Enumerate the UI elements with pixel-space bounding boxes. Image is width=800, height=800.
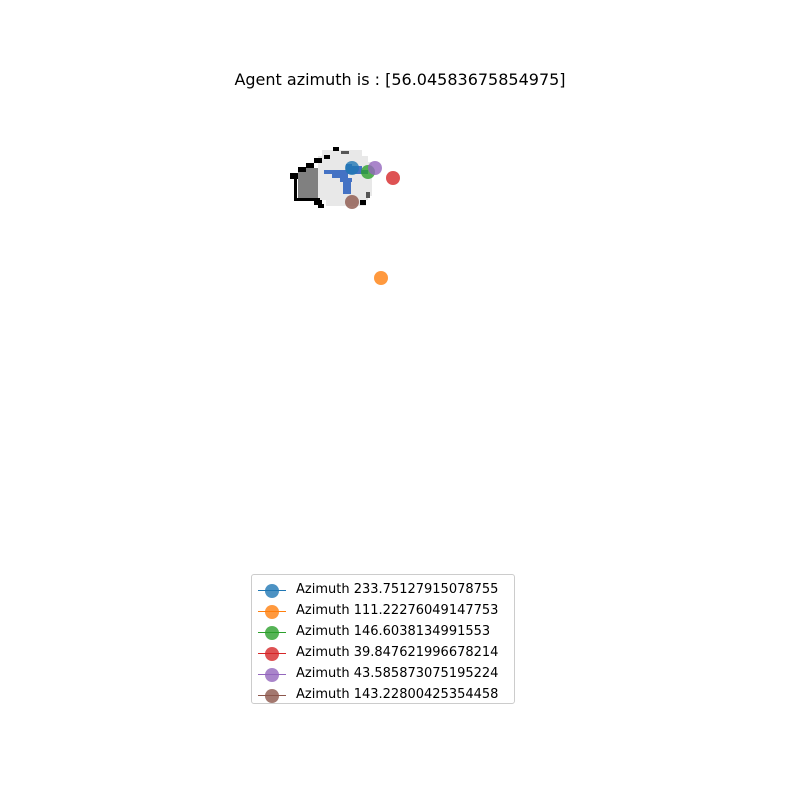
map-wall (318, 204, 324, 208)
map-wall (294, 178, 297, 200)
azimuth-point-1 (345, 161, 359, 175)
map-wall (333, 147, 339, 151)
legend-entry: Azimuth 43.585873075195224 (252, 664, 514, 685)
agent-path (332, 174, 348, 178)
map-wall (290, 173, 298, 179)
legend-label: Azimuth 233.75127915078755 (296, 582, 499, 597)
map-wall (298, 167, 306, 172)
map-wall (306, 163, 314, 168)
map-wall (366, 192, 370, 198)
legend-entry: Azimuth 233.75127915078755 (252, 580, 514, 601)
azimuth-point-5 (368, 161, 382, 175)
azimuth-point-6 (345, 195, 359, 209)
legend-marker (265, 626, 279, 640)
legend-label: Azimuth 39.847621996678214 (296, 645, 499, 660)
legend-marker (265, 584, 279, 598)
legend-marker (265, 647, 279, 661)
legend-label: Azimuth 143.22800425354458 (296, 687, 499, 702)
legend: Azimuth 233.75127915078755 Azimuth 111.22… (251, 574, 515, 704)
legend-marker (265, 689, 279, 703)
map-wall (341, 151, 349, 154)
legend-marker (265, 605, 279, 619)
legend-entry: Azimuth 146.6038134991553 (252, 622, 514, 643)
legend-label: Azimuth 43.585873075195224 (296, 666, 499, 681)
legend-entry: Azimuth 39.847621996678214 (252, 643, 514, 664)
azimuth-point-4 (386, 171, 400, 185)
agent-path (340, 178, 352, 182)
map-wall (360, 200, 366, 205)
legend-entry: Azimuth 143.22800425354458 (252, 685, 514, 706)
legend-label: Azimuth 111.22276049147753 (296, 603, 499, 618)
map-wall (314, 158, 322, 163)
legend-label: Azimuth 146.6038134991553 (296, 624, 491, 639)
map-unknown-region (298, 168, 318, 200)
agent-path (343, 182, 351, 194)
occupancy-map (290, 147, 372, 208)
map-wall (324, 155, 330, 159)
legend-marker (265, 668, 279, 682)
azimuth-point-2 (374, 271, 388, 285)
legend-entry: Azimuth 111.22276049147753 (252, 601, 514, 622)
